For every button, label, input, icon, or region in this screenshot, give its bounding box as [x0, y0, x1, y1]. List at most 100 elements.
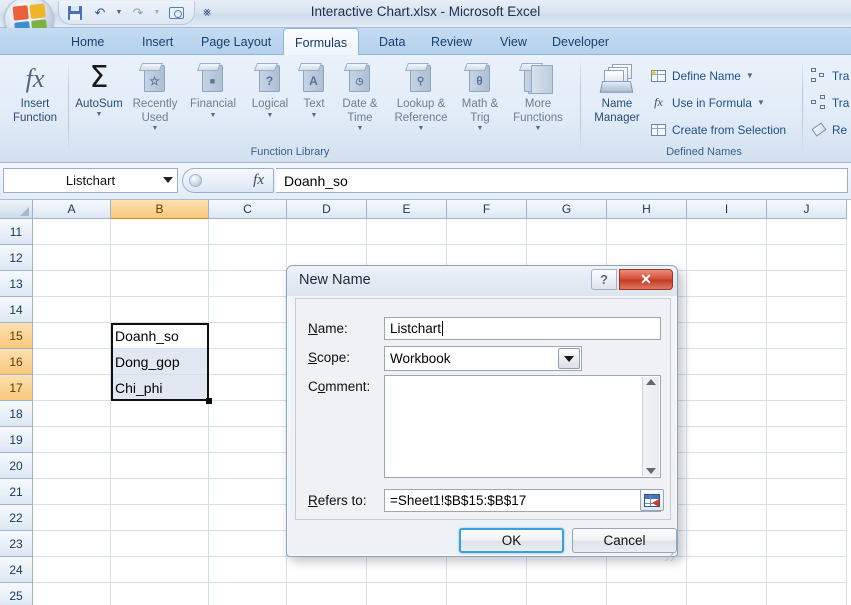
cell-j23[interactable]	[767, 531, 847, 557]
cell-e11[interactable]	[367, 219, 447, 245]
comment-field[interactable]	[384, 375, 661, 478]
trace-precedents-button[interactable]: Tra	[810, 65, 849, 86]
column-header-d[interactable]: D	[287, 200, 367, 219]
column-header-b[interactable]: B	[111, 200, 209, 219]
cell-b20[interactable]	[111, 453, 209, 479]
chevron-down-icon[interactable]	[558, 348, 580, 369]
cell-b18[interactable]	[111, 401, 209, 427]
create-from-selection-button[interactable]: Create from Selection	[650, 119, 786, 140]
cell-b24[interactable]	[111, 557, 209, 583]
cell-b25[interactable]	[111, 583, 209, 605]
cell-c21[interactable]	[209, 479, 287, 505]
cell-j13[interactable]	[767, 271, 847, 297]
cell-d11[interactable]	[287, 219, 367, 245]
cell-j14[interactable]	[767, 297, 847, 323]
cell-i15[interactable]	[687, 323, 767, 349]
cell-a23[interactable]	[33, 531, 111, 557]
cell-i12[interactable]	[687, 245, 767, 271]
math-trig-button[interactable]: θ Math & Trig ▼	[451, 59, 509, 137]
cell-a14[interactable]	[33, 297, 111, 323]
name-manager-button[interactable]: Name Manager	[586, 59, 648, 137]
column-header-i[interactable]: I	[687, 200, 767, 219]
cell-a15[interactable]	[33, 323, 111, 349]
cell-i16[interactable]	[687, 349, 767, 375]
cell-b23[interactable]	[111, 531, 209, 557]
cell-a11[interactable]	[33, 219, 111, 245]
close-button[interactable]: ✕	[619, 269, 673, 290]
cell-g25[interactable]	[527, 583, 607, 605]
formula-input[interactable]: Doanh_so	[276, 168, 848, 193]
row-header-12[interactable]: 12	[0, 245, 33, 271]
row-header-19[interactable]: 19	[0, 427, 33, 453]
cell-b14[interactable]	[111, 297, 209, 323]
name-box[interactable]: Listchart	[3, 168, 178, 193]
cell-j11[interactable]	[767, 219, 847, 245]
row-header-21[interactable]: 21	[0, 479, 33, 505]
row-header-16[interactable]: 16	[0, 349, 33, 375]
cell-i25[interactable]	[687, 583, 767, 605]
scroll-down-icon[interactable]	[646, 468, 656, 474]
save-icon[interactable]	[65, 3, 85, 23]
cell-d25[interactable]	[287, 583, 367, 605]
column-header-j[interactable]: J	[767, 200, 847, 219]
cell-a20[interactable]	[33, 453, 111, 479]
cell-h25[interactable]	[607, 583, 687, 605]
customize-qat-icon[interactable]: ⨳	[203, 4, 211, 20]
tab-review[interactable]: Review	[420, 28, 483, 55]
cell-c22[interactable]	[209, 505, 287, 531]
cell-j25[interactable]	[767, 583, 847, 605]
cell-c19[interactable]	[209, 427, 287, 453]
logical-dropdown-icon[interactable]: ▼	[267, 112, 274, 120]
cell-c16[interactable]	[209, 349, 287, 375]
cell-a17[interactable]	[33, 375, 111, 401]
cell-a24[interactable]	[33, 557, 111, 583]
row-header-22[interactable]: 22	[0, 505, 33, 531]
undo-dropdown-icon[interactable]: ▼	[115, 9, 123, 16]
date-time-dropdown-icon[interactable]: ▼	[357, 125, 364, 133]
cell-c20[interactable]	[209, 453, 287, 479]
cell-j18[interactable]	[767, 401, 847, 427]
cell-a13[interactable]	[33, 271, 111, 297]
cell-c12[interactable]	[209, 245, 287, 271]
row-header-25[interactable]: 25	[0, 583, 33, 605]
cell-j16[interactable]	[767, 349, 847, 375]
cell-b17[interactable]: Chi_phi	[111, 375, 209, 401]
row-header-24[interactable]: 24	[0, 557, 33, 583]
column-header-e[interactable]: E	[367, 200, 447, 219]
cell-j24[interactable]	[767, 557, 847, 583]
scope-dropdown[interactable]: Workbook	[384, 346, 582, 371]
recently-used-button[interactable]: ☆ Recently Used ▼	[126, 59, 184, 137]
date-time-button[interactable]: ◷ Date & Time ▼	[331, 59, 389, 137]
cell-i14[interactable]	[687, 297, 767, 323]
resize-grip[interactable]	[661, 540, 677, 562]
column-header-a[interactable]: A	[33, 200, 111, 219]
remove-arrows-button[interactable]: Re	[810, 119, 847, 140]
cell-c13[interactable]	[209, 271, 287, 297]
cell-j15[interactable]	[767, 323, 847, 349]
use-in-formula-dropdown-icon[interactable]: ▼	[757, 98, 765, 107]
cell-b19[interactable]	[111, 427, 209, 453]
cell-a19[interactable]	[33, 427, 111, 453]
undo-icon[interactable]: ↶	[90, 3, 110, 23]
row-header-11[interactable]: 11	[0, 219, 33, 245]
tab-page-layout[interactable]: Page Layout	[190, 28, 282, 55]
tab-view[interactable]: View	[489, 28, 538, 55]
cell-i13[interactable]	[687, 271, 767, 297]
row-header-23[interactable]: 23	[0, 531, 33, 557]
comment-scrollbar[interactable]	[642, 377, 659, 476]
tab-insert[interactable]: Insert	[131, 28, 184, 55]
cell-j17[interactable]	[767, 375, 847, 401]
cell-c24[interactable]	[209, 557, 287, 583]
cell-c17[interactable]	[209, 375, 287, 401]
cell-c11[interactable]	[209, 219, 287, 245]
more-functions-dropdown-icon[interactable]: ▼	[535, 125, 542, 133]
cell-j12[interactable]	[767, 245, 847, 271]
cell-b13[interactable]	[111, 271, 209, 297]
refers-to-field[interactable]: =Sheet1!$B$15:$B$17	[384, 489, 661, 512]
autosum-button[interactable]: Σ AutoSum ▼	[70, 59, 128, 137]
row-header-18[interactable]: 18	[0, 401, 33, 427]
cell-a12[interactable]	[33, 245, 111, 271]
column-header-f[interactable]: F	[447, 200, 527, 219]
use-in-formula-button[interactable]: fx Use in Formula ▼	[650, 92, 765, 113]
cell-j21[interactable]	[767, 479, 847, 505]
